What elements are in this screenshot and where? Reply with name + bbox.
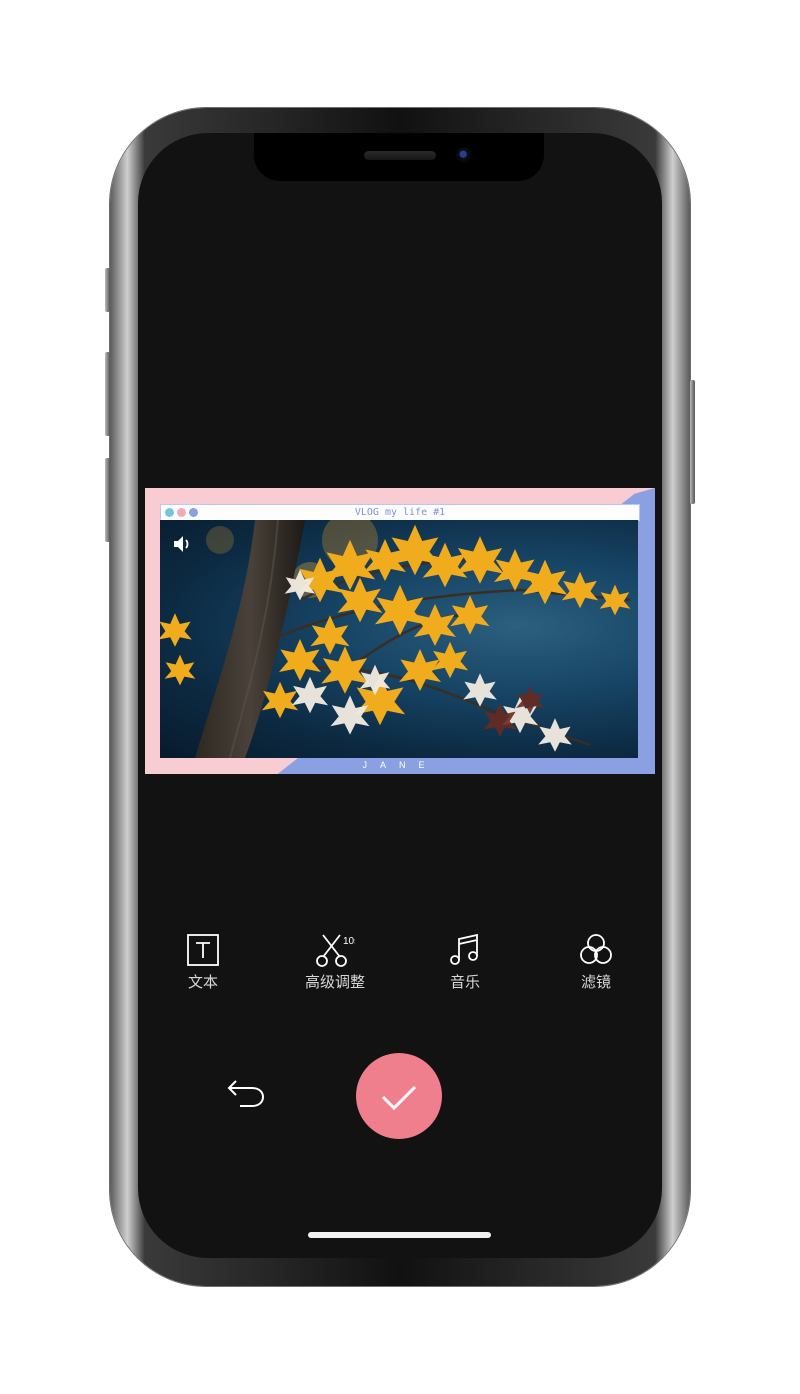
autumn-leaves-photo — [160, 520, 631, 758]
checkmark-icon — [381, 1085, 417, 1111]
video-frame-image — [160, 520, 638, 758]
volume-up-button — [105, 352, 110, 436]
earpiece-speaker — [364, 151, 436, 160]
toolbar-label-filter: 滤镜 — [580, 973, 611, 991]
screen: VLOG my life #1 JANE 文本 10 高级调整 音乐 滤镜 — [138, 133, 662, 1258]
notch — [254, 133, 544, 181]
preview-caption: JANE — [362, 760, 438, 770]
home-indicator[interactable] — [308, 1232, 491, 1238]
toolbar-item-advanced-adjust[interactable]: 10s 高级调整 — [290, 933, 380, 992]
toolbar-label-advanced-adjust: 高级调整 — [304, 973, 365, 991]
toolbar-label-music: 音乐 — [449, 973, 480, 991]
video-preview[interactable]: VLOG my life #1 JANE — [145, 488, 655, 774]
music-note-icon — [450, 933, 478, 965]
volume-down-button — [105, 458, 110, 542]
duration-badge: 10s — [343, 936, 355, 947]
toolbar-item-filter[interactable]: 滤镜 — [551, 933, 641, 992]
front-camera — [456, 147, 472, 163]
text-box-icon — [187, 934, 219, 966]
window-title: VLOG my life #1 — [354, 507, 446, 518]
mute-switch — [105, 268, 110, 312]
scissors-icon: 10s — [316, 934, 355, 967]
power-button — [690, 380, 695, 504]
three-circles-icon — [580, 934, 612, 964]
speaker-icon[interactable] — [172, 534, 194, 554]
toolbar-item-music[interactable]: 音乐 — [420, 933, 510, 992]
undo-arrow-icon[interactable] — [226, 1077, 266, 1109]
toolbar-label-text: 文本 — [187, 973, 218, 991]
confirm-button[interactable] — [356, 1053, 442, 1139]
toolbar-item-text[interactable]: 文本 — [158, 933, 248, 992]
window-title-bar: VLOG my life #1 — [160, 504, 640, 521]
